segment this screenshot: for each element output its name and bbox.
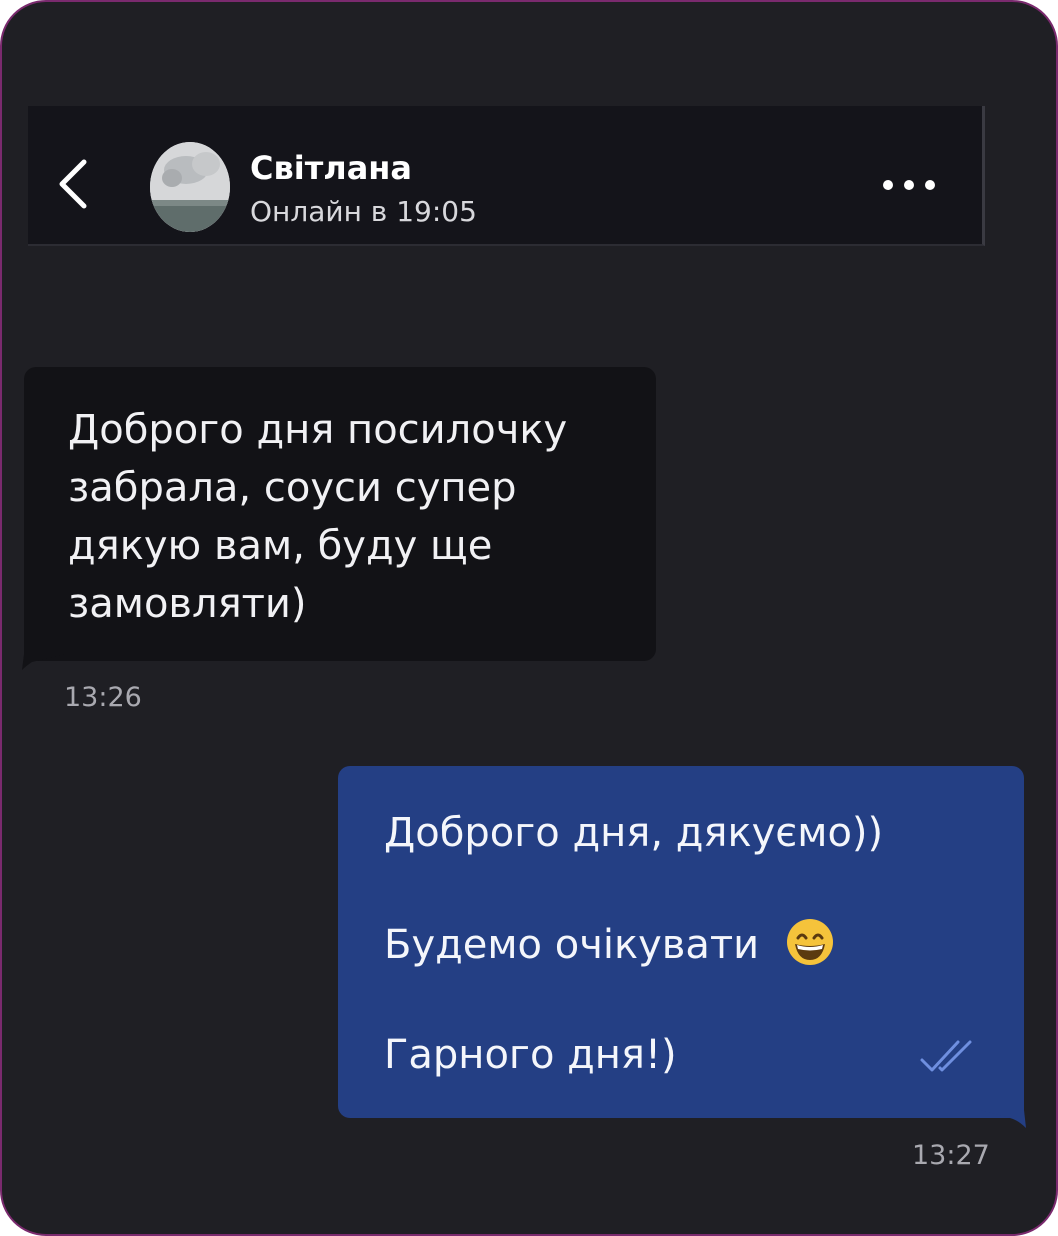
avatar-image: [150, 142, 230, 232]
chat-header: Світлана Онлайн в 19:05: [28, 106, 985, 246]
grinning-face-icon: [786, 919, 833, 965]
outgoing-bubble-tail: [980, 1110, 1026, 1128]
contact-status: Онлайн в 19:05: [250, 195, 477, 228]
outgoing-message-line: Гарного дня!): [384, 1032, 677, 1078]
more-options-button[interactable]: [880, 172, 944, 198]
incoming-message-bubble[interactable]: Доброго дня посилочку забрала, соуси суп…: [24, 367, 656, 661]
outgoing-message-time: 13:27: [912, 1140, 990, 1171]
outgoing-message-bubble[interactable]: Доброго дня, дякуємо)) Будемо очікувати …: [338, 766, 1024, 1118]
chevron-left-icon: [59, 159, 87, 209]
incoming-message-time: 13:26: [64, 682, 142, 713]
contact-name[interactable]: Світлана: [250, 148, 412, 188]
back-button[interactable]: [54, 158, 94, 210]
incoming-bubble-tail: [22, 654, 66, 670]
outgoing-message-line: Доброго дня, дякуємо)): [384, 810, 884, 856]
outgoing-message-line-text: Будемо очікувати: [384, 922, 760, 968]
avatar[interactable]: [150, 142, 230, 232]
more-horizontal-icon: [883, 180, 935, 190]
double-check-icon: [920, 1040, 972, 1072]
outgoing-message-line: Будемо очікувати: [384, 918, 836, 970]
chat-screen: Світлана Онлайн в 19:05 Доброго дня поси…: [0, 0, 1058, 1236]
incoming-message-text: Доброго дня посилочку забрала, соуси суп…: [68, 407, 568, 627]
